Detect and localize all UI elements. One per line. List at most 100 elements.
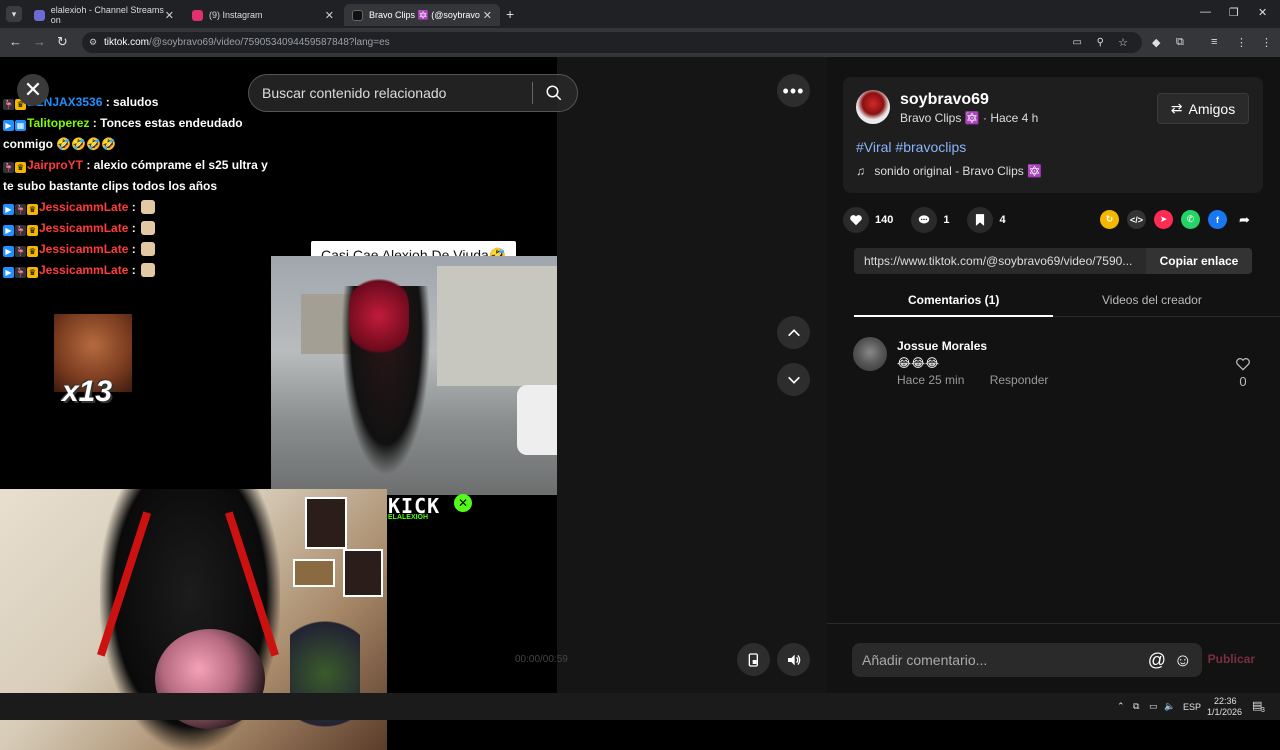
chat-message: ▶ ▦ Talitoperez : Tonces estas endeudado c… [0,113,270,155]
badge-icon: ▶ [3,246,14,257]
crown-badge-icon: ♛ [15,162,26,173]
chat-username: Talitoperez [27,116,90,130]
reply-button[interactable]: Responder [990,373,1049,387]
emote-icon [141,242,156,256]
reload-icon[interactable]: ↻ [57,34,68,50]
video-stage: Casi Cae Alexioh De Viuda🤣 KICK ✕ ELALEX… [0,57,827,750]
browser-tab-instagram[interactable]: (9) Instagram ✕ [184,4,342,26]
previous-video-button[interactable] [777,316,810,349]
related-search-input[interactable] [262,85,532,101]
close-tab-icon[interactable]: ✕ [325,9,334,22]
like-count: 140 [875,214,894,226]
profile-icon[interactable]: ⋮ [1236,36,1247,49]
tab-comments[interactable]: Comentarios (1) [908,293,999,307]
chat-message: ▶ 🦩 ♛ JessicammLate : [0,218,270,239]
tab-creator-videos[interactable]: Videos del creador [1102,293,1202,307]
creator-username[interactable]: soybravo69 [900,91,989,109]
tray-expand-icon[interactable]: ⌃ [1117,701,1125,712]
heart-icon [843,207,869,233]
comment-text: 😂😂😂 [897,356,940,370]
badge-icon: 🦩 [15,267,26,278]
mention-icon[interactable]: @ [1148,650,1166,671]
close-video-button[interactable]: ✕ [17,74,49,106]
site-info-icon[interactable]: ⚙ [89,37,97,48]
friends-button[interactable]: ⇄ Amigos [1157,93,1249,124]
browser-tab-tiktok[interactable]: Bravo Clips 🔯 (@soybravo ✕ [344,4,500,26]
volume-tray-icon[interactable]: 🔈 [1164,701,1175,712]
chat-message: ▶ 🦩 ♛ JessicammLate : [0,260,270,281]
comment-input[interactable] [862,652,1142,668]
chat-text: : [128,263,140,277]
chat-text: : saludos [102,95,159,109]
volume-button[interactable] [777,643,810,676]
close-window-icon[interactable]: ✕ [1258,6,1267,19]
extension-icon[interactable]: ◆ [1152,36,1160,49]
cast-icon[interactable]: ▭ [1073,37,1082,48]
bookmark-star-icon[interactable]: ☆ [1118,36,1128,49]
panel-tabs: Comentarios (1) Videos del creador [854,287,1280,317]
search-icon[interactable] [533,84,575,102]
wall-poster [343,549,383,597]
whatsapp-icon[interactable]: ✆ [1181,210,1200,229]
minimize-icon[interactable]: — [1200,6,1211,18]
kick-channel-label: ELALEXIOH [388,514,429,521]
publish-button[interactable]: Publicar [1208,652,1255,666]
save-stat[interactable]: 4 [967,207,1006,233]
clock-date[interactable]: 1/1/2026 [1207,707,1242,717]
battery-icon[interactable]: ▭ [1149,701,1158,712]
embed-code-icon[interactable]: </> [1127,210,1146,229]
copy-link-button[interactable]: Copiar enlace [1146,248,1252,274]
back-icon[interactable]: ← [9,34,22,49]
comment-like[interactable]: 0 [1233,357,1253,389]
chat-text: : [128,200,140,214]
badge-icon: ▦ [15,120,26,131]
post-sound[interactable]: ♫ sonido original - Bravo Clips 🔯 [856,164,1042,178]
chat-message: 🦩 ♛ JairproYT : alexio cómprame el s25 ult… [0,155,270,197]
bookmark-icon [967,207,994,233]
close-tab-icon[interactable]: ✕ [483,9,492,22]
heart-outline-icon [1236,358,1250,371]
tab-search-button[interactable]: ▾ [6,6,22,22]
address-bar[interactable]: ⚙ tiktok.com/@soybravo69/video/759053409… [82,32,1142,53]
url-host: tiktok.com [104,37,150,48]
emoji-icon[interactable]: ☺ [1174,650,1192,671]
commenter-name[interactable]: Jossue Morales [897,339,987,353]
facebook-icon[interactable]: f [1208,210,1227,229]
next-video-button[interactable] [777,363,810,396]
url-path: /@soybravo69/video/7590534094459587848?l… [149,37,390,48]
browser-tab-kick[interactable]: elalexioh - Channel Streams on ✕ [26,4,182,26]
creator-meta: Bravo Clips 🔯 · Hace 4 h [900,111,1038,125]
network-icon[interactable]: ⧉ [1133,701,1139,712]
badge-icon: 🦩 [3,162,14,173]
notification-count: 3 [1261,707,1265,714]
chat-username: JessicammLate [39,263,129,277]
close-tab-icon[interactable]: ✕ [165,9,174,22]
creator-avatar[interactable] [856,90,890,124]
input-language[interactable]: ESP [1183,702,1201,712]
menu-icon[interactable]: ⋮ [1261,36,1272,49]
creator-display-name: Bravo Clips 🔯 [900,111,980,125]
more-options-button[interactable]: ••• [777,74,810,107]
send-icon[interactable]: ➤ [1154,210,1173,229]
chat-username: JessicammLate [39,221,129,235]
clock-time[interactable]: 22:36 [1214,696,1237,706]
commenter-avatar[interactable] [853,337,887,371]
share-link-url[interactable]: https://www.tiktok.com/@soybravo69/video… [864,254,1146,268]
share-arrow-icon[interactable]: ➦ [1235,210,1254,229]
crown-badge-icon: ♛ [27,204,38,215]
system-taskbar: ⌃ ⧉ ▭ 🔈 ESP 22:36 1/1/2026 ▤ 3 [0,693,1280,720]
share-options: ↻ </> ➤ ✆ f ➦ [1092,210,1254,229]
new-tab-icon[interactable]: + [506,6,514,22]
restore-icon[interactable]: ❐ [1229,6,1239,19]
comment-stat[interactable]: 1 [911,207,949,233]
post-hashtags[interactable]: #Viral #bravoclips [856,139,966,155]
forward-icon[interactable]: → [33,34,46,49]
browser-toolbar: ← → ↻ ⚙ tiktok.com/@soybravo69/video/759… [0,28,1280,57]
like-stat[interactable]: 140 [843,207,893,233]
extensions-puzzle-icon[interactable]: ⧉ [1176,36,1184,49]
repost-icon[interactable]: ↻ [1100,210,1119,229]
floating-player-button[interactable] [737,643,770,676]
zoom-icon[interactable]: ⚲ [1097,37,1104,48]
details-panel: soybravo69 Bravo Clips 🔯 · Hace 4 h ⇄ Am… [827,57,1280,693]
media-controls-icon[interactable]: ≡ [1211,36,1217,48]
